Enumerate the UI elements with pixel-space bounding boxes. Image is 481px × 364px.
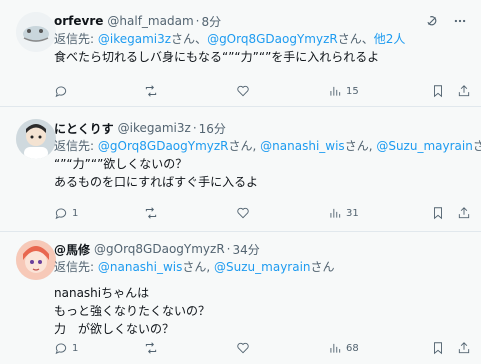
retweet-icon (145, 342, 157, 354)
mention-suffix: さん (472, 139, 481, 153)
bookmark-icon (434, 85, 442, 98)
avatar[interactable] (16, 12, 56, 52)
mention-link[interactable]: @Suzu_mayrain (376, 139, 473, 153)
timestamp[interactable]: 16分 (199, 120, 226, 137)
views-icon (330, 86, 341, 96)
user-handle[interactable]: @ikegami3z (118, 121, 191, 135)
mention-link[interactable]: @nanashi_wis (98, 260, 183, 274)
avatar[interactable] (16, 119, 56, 159)
like-button[interactable] (236, 206, 328, 220)
action-bar: 1 68 (54, 339, 471, 357)
retweet-icon (145, 85, 157, 97)
views-icon (330, 208, 341, 218)
reply-feed: orfevre @half_madam · 8分 返信先: @ikegami3z… (0, 0, 481, 364)
reply-prefix: 返信先: (54, 32, 95, 46)
views-button[interactable]: 31 (328, 206, 359, 220)
tweet-text: 食べたら切れるしバ身にもなる“”“力”“”を手に入れられるよ (54, 50, 380, 64)
retweet-button[interactable] (144, 341, 236, 355)
share-button[interactable] (457, 206, 471, 220)
tweet-1[interactable]: orfevre @half_madam · 8分 返信先: @ikegami3z… (0, 0, 481, 106)
mention-suffix: さん、 (337, 32, 374, 46)
tweet-header: にとくりす @ikegami3z · 16分 (54, 119, 471, 137)
reply-icon (55, 343, 67, 355)
reply-to-line: 返信先: @nanashi_wisさん, @Suzu_mayrainさん (54, 258, 471, 276)
reply-button[interactable] (54, 84, 144, 98)
retweet-button[interactable] (144, 206, 236, 220)
like-icon (237, 85, 249, 97)
timestamp[interactable]: 34分 (233, 241, 260, 258)
views-icon (330, 343, 341, 353)
separator-dot: · (226, 242, 231, 256)
bookmark-button[interactable] (431, 84, 445, 98)
mention-link[interactable]: @Suzu_mayrain (214, 260, 311, 274)
grok-icon[interactable] (425, 14, 439, 28)
tweet-header: @馬修 @gOrq8GDaogYmyzR · 34分 (54, 240, 471, 258)
more-icon[interactable] (453, 14, 467, 28)
like-button[interactable] (236, 341, 328, 355)
mention-link[interactable]: @nanashi_wis (260, 139, 345, 153)
tweet-3[interactable]: @馬修 @gOrq8GDaogYmyzR · 34分 返信先: @nanashi… (0, 232, 481, 364)
separator-dot: · (192, 121, 197, 135)
like-button[interactable] (236, 84, 328, 98)
reply-to-line: 返信先: @gOrq8GDaogYmyzRさん, @nanashi_wisさん,… (54, 137, 481, 155)
display-name[interactable]: にとくりす (54, 120, 114, 137)
mention-link[interactable]: @ikegami3z (98, 32, 171, 46)
display-name[interactable]: @馬修 (54, 241, 90, 258)
user-handle[interactable]: @gOrq8GDaogYmyzR (94, 242, 225, 256)
views-button[interactable]: 68 (328, 341, 359, 355)
user-handle[interactable]: @half_madam (107, 14, 193, 28)
display-name[interactable]: orfevre (54, 14, 103, 28)
reply-button[interactable]: 1 (54, 341, 144, 355)
share-icon (458, 207, 470, 219)
retweet-button[interactable] (144, 84, 236, 98)
reply-to-line: 返信先: @ikegami3zさん、@gOrq8GDaogYmyzRさん、他2人 (54, 30, 471, 48)
reply-icon (55, 208, 67, 220)
mention-suffix: さん, (228, 139, 261, 153)
reply-icon (55, 86, 67, 98)
separator-dot: · (195, 14, 200, 28)
bookmark-button[interactable] (431, 206, 445, 220)
tweet-header: orfevre @half_madam · 8分 (54, 12, 471, 30)
action-bar: 1 31 (54, 204, 471, 222)
mention-suffix: さん, (182, 260, 215, 274)
views-count: 15 (346, 85, 359, 97)
mention-suffix: さん、 (171, 32, 208, 46)
reply-button[interactable]: 1 (54, 206, 144, 220)
avatar[interactable] (16, 240, 56, 280)
mention-others-link[interactable]: 他2人 (374, 32, 406, 46)
bookmark-icon (434, 342, 442, 355)
mention-suffix: さん, (344, 139, 377, 153)
reply-prefix: 返信先: (54, 139, 95, 153)
bookmark-icon (434, 207, 442, 220)
tweet-text: nanashiちゃんは もっと強くなりたくないの？ 力 が欲しくないの？ (54, 286, 211, 336)
views-button[interactable]: 15 (328, 84, 359, 98)
views-count: 68 (346, 342, 359, 354)
share-button[interactable] (457, 341, 471, 355)
views-count: 31 (346, 207, 359, 219)
action-bar: 15 (54, 82, 471, 100)
bookmark-button[interactable] (431, 341, 445, 355)
timestamp[interactable]: 8分 (201, 13, 221, 30)
share-icon (458, 85, 470, 97)
reply-prefix: 返信先: (54, 260, 95, 274)
reply-count: 1 (72, 207, 79, 219)
tweet-text: “”“力”“”欲しくないの？ あるものを口にすればすぐ手に入るよ (54, 157, 259, 189)
retweet-icon (145, 207, 157, 219)
share-icon (458, 342, 470, 354)
share-button[interactable] (457, 84, 471, 98)
reply-count: 1 (72, 342, 79, 354)
tweet-2[interactable]: にとくりす @ikegami3z · 16分 返信先: @gOrq8GDaogY… (0, 107, 481, 231)
like-icon (237, 207, 249, 219)
mention-suffix: さん (310, 260, 335, 274)
mention-link[interactable]: @gOrq8GDaogYmyzR (98, 139, 229, 153)
like-icon (237, 342, 249, 354)
mention-link[interactable]: @gOrq8GDaogYmyzR (207, 32, 338, 46)
